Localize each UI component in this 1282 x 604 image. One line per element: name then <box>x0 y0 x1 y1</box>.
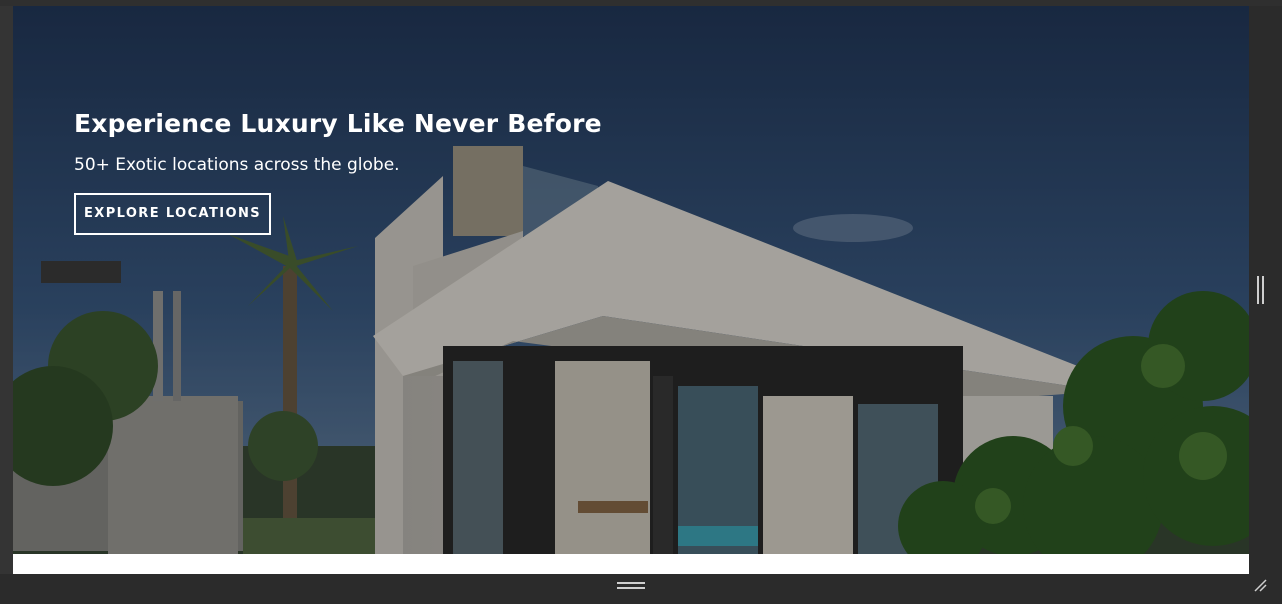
hero-banner: Experience Luxury Like Never Before 50+ … <box>13 6 1249 554</box>
hero-content: Experience Luxury Like Never Before 50+ … <box>74 109 602 235</box>
corner-resize-icon[interactable] <box>1253 578 1267 592</box>
hero-subtitle: 50+ Exotic locations across the globe. <box>74 155 400 175</box>
hero-background-image <box>13 6 1249 554</box>
hero-title: Experience Luxury Like Never Before <box>74 109 602 138</box>
vertical-resize-grip-icon[interactable] <box>1256 276 1266 306</box>
explore-locations-button[interactable]: EXPLORE LOCATIONS <box>74 193 271 235</box>
horizontal-resize-grip-icon[interactable] <box>617 581 647 591</box>
page-viewport: Experience Luxury Like Never Before 50+ … <box>13 6 1249 574</box>
